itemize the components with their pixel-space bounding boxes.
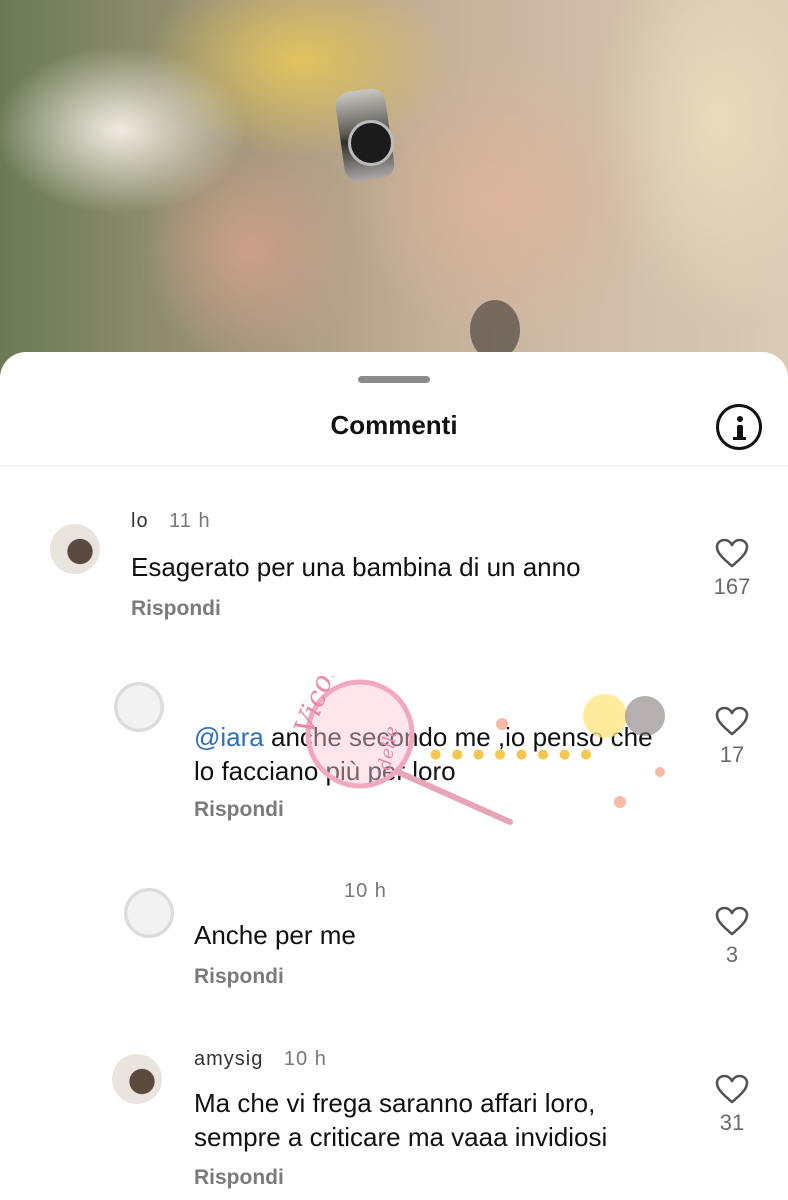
avatar[interactable] bbox=[50, 524, 100, 574]
reply-button[interactable]: Rispondi bbox=[194, 1166, 284, 1190]
comment-username[interactable]: amysig bbox=[194, 1048, 263, 1070]
like-count: 31 bbox=[719, 1110, 745, 1135]
like-button[interactable]: 31 bbox=[702, 1074, 762, 1136]
comment-username[interactable]: lo bbox=[131, 510, 149, 532]
comment-time: 10 h bbox=[283, 1048, 327, 1070]
like-button[interactable]: 167 bbox=[702, 538, 762, 600]
like-count: 167 bbox=[713, 574, 751, 599]
header-divider bbox=[0, 465, 788, 466]
heart-icon[interactable] bbox=[715, 706, 749, 736]
comment-time: 10 h bbox=[344, 880, 387, 902]
drag-handle[interactable] bbox=[358, 376, 430, 383]
heart-icon[interactable] bbox=[715, 906, 749, 936]
heart-icon[interactable] bbox=[715, 538, 749, 568]
comment-text: Anche per me bbox=[194, 920, 356, 950]
comment-body: anche secondo me ,io penso che lo faccia… bbox=[194, 722, 653, 786]
like-button[interactable]: 3 bbox=[702, 906, 762, 968]
comment-text: @iara anche secondo me ,io penso che lo … bbox=[194, 720, 674, 788]
comment-meta: 10 h bbox=[194, 880, 387, 903]
heart-icon[interactable] bbox=[715, 1074, 749, 1104]
avatar[interactable] bbox=[124, 888, 174, 938]
avatar[interactable] bbox=[112, 1054, 162, 1104]
info-icon[interactable] bbox=[716, 404, 762, 450]
comment-time: 11 h bbox=[169, 510, 211, 532]
sheet-title: Commenti bbox=[330, 410, 458, 440]
reply-button[interactable]: Rispondi bbox=[194, 965, 284, 989]
comment-meta: amysig 10 h bbox=[194, 1048, 327, 1071]
video-background bbox=[0, 0, 788, 380]
mention-link[interactable]: @ bbox=[194, 722, 220, 752]
reply-button[interactable]: Rispondi bbox=[131, 597, 221, 621]
comment-meta bbox=[194, 676, 208, 699]
like-count: 3 bbox=[725, 942, 739, 967]
avatar[interactable] bbox=[114, 682, 164, 732]
comment-text: Ma che vi frega saranno affari loro, sem… bbox=[194, 1088, 608, 1152]
comment-text: Esagerato per una bambina di un anno bbox=[131, 552, 581, 582]
mention-link-rest[interactable]: iara bbox=[220, 722, 263, 752]
wristwatch-face bbox=[348, 120, 394, 166]
like-button[interactable]: 17 bbox=[702, 706, 762, 768]
reply-button[interactable]: Rispondi bbox=[194, 798, 284, 822]
comment-meta: lo 11 h bbox=[131, 510, 211, 533]
like-count: 17 bbox=[719, 742, 745, 767]
arm-tattoo bbox=[470, 300, 520, 360]
